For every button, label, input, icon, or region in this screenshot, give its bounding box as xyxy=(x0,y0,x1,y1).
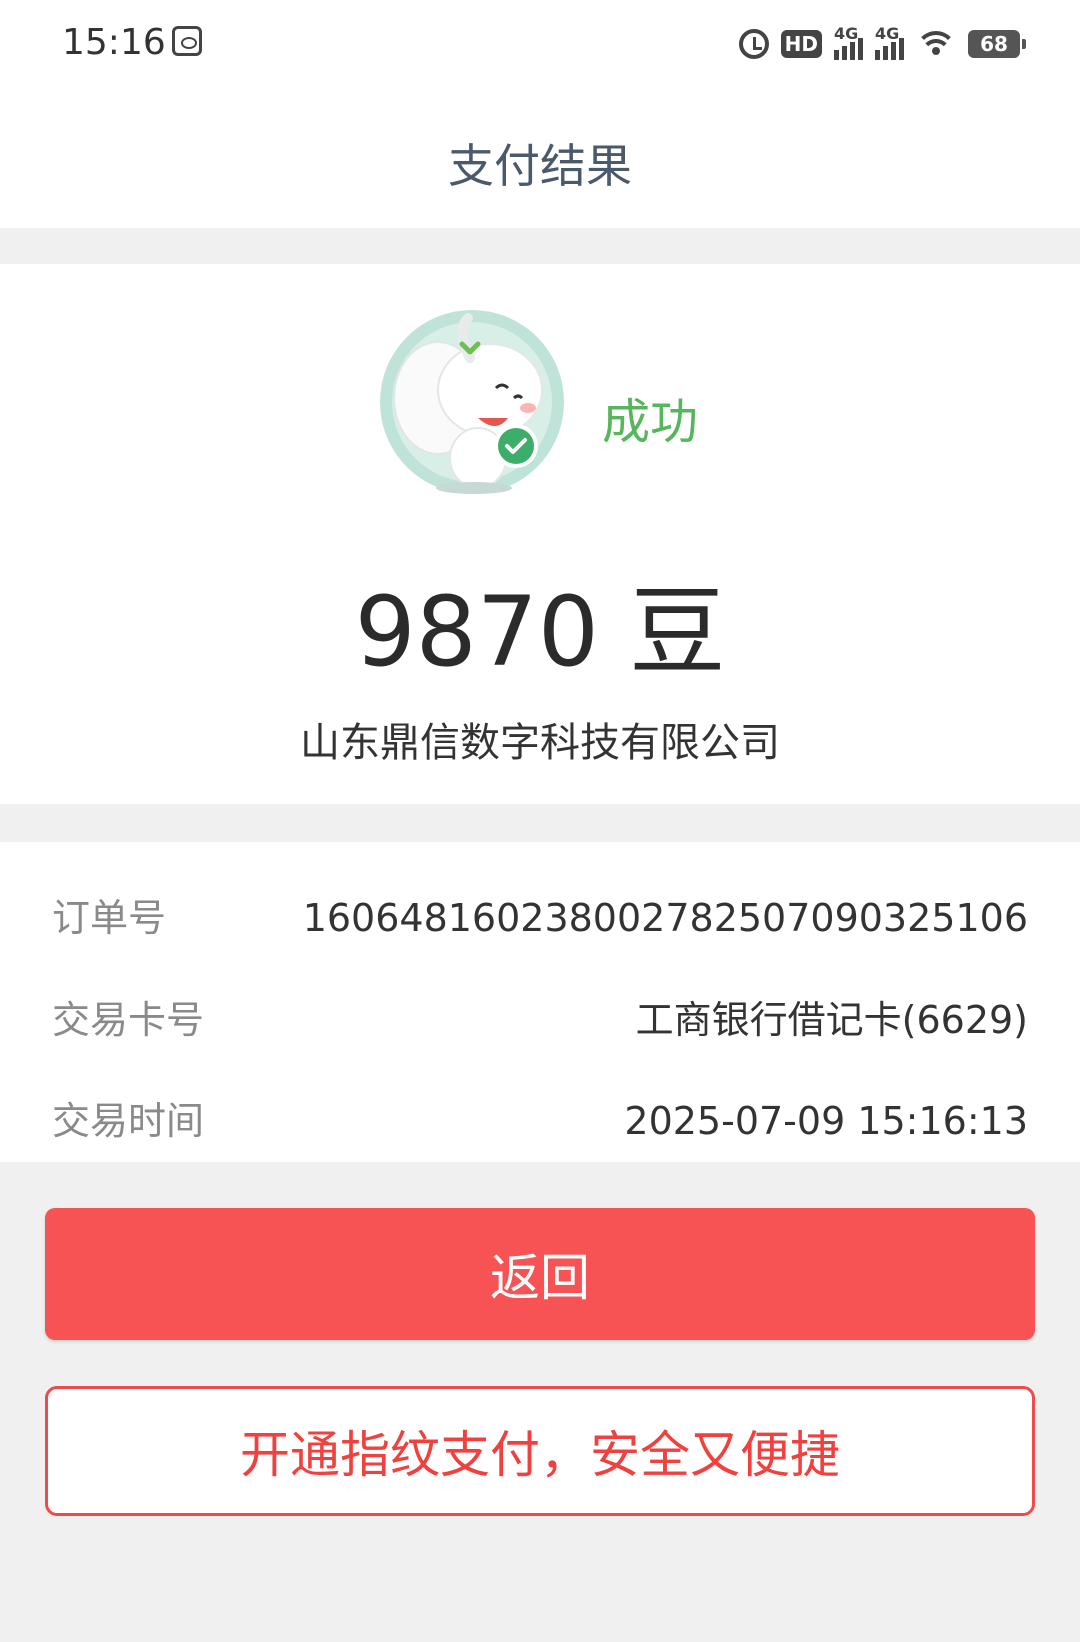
signal-icon-1: 4G xyxy=(834,24,863,60)
payment-amount: 9870 豆 xyxy=(354,576,726,688)
page-header: 支付结果 xyxy=(0,88,1080,228)
detail-label: 交易时间 xyxy=(52,1099,205,1143)
notification-app-icon xyxy=(172,26,202,56)
page-title: 支付结果 xyxy=(448,139,632,193)
network-type-label: 4G xyxy=(875,24,900,43)
signal-icon-2: 4G xyxy=(875,24,904,60)
status-bar: 15:16 HD 4G 4G 68 xyxy=(0,0,1080,88)
detail-value: 1606481602380027825070903251​06 xyxy=(302,896,1028,940)
detail-label: 交易卡号 xyxy=(52,998,205,1042)
status-time: 15:16 xyxy=(62,22,166,63)
detail-row-order-number: 订单号 1606481602380027825070903251​06 xyxy=(52,888,1028,948)
merchant-name: 山东鼎信数字科技有限公司 xyxy=(300,720,780,766)
hd-voice-icon: HD xyxy=(780,30,822,58)
detail-label: 订单号 xyxy=(52,896,167,940)
detail-row-transaction-time: 交易时间 2025-07-09 15:16:13 xyxy=(52,1091,1028,1151)
elephant-mascot-icon xyxy=(380,310,564,494)
back-button[interactable]: 返回 xyxy=(45,1208,1035,1340)
detail-value: 工商银行借记卡(6629) xyxy=(635,998,1028,1042)
payment-result-card: 成功 9870 豆 山东鼎信数字科技有限公司 xyxy=(0,264,1080,804)
status-icons: HD 4G 4G 68 xyxy=(738,24,1026,64)
payment-status: 成功 xyxy=(602,394,699,450)
enable-fingerprint-pay-button[interactable]: 开通指纹支付，安全又便捷 xyxy=(45,1386,1035,1516)
network-type-label: 4G xyxy=(834,24,859,43)
detail-value: 2025-07-09 15:16:13 xyxy=(624,1099,1028,1143)
transaction-details: 订单号 1606481602380027825070903251​06 交易卡号… xyxy=(0,842,1080,1162)
alarm-icon xyxy=(738,29,769,59)
detail-row-card-number: 交易卡号 工商银行借记卡(6629) xyxy=(52,990,1028,1050)
battery-icon: 68 xyxy=(968,30,1026,58)
wifi-icon xyxy=(915,29,957,59)
